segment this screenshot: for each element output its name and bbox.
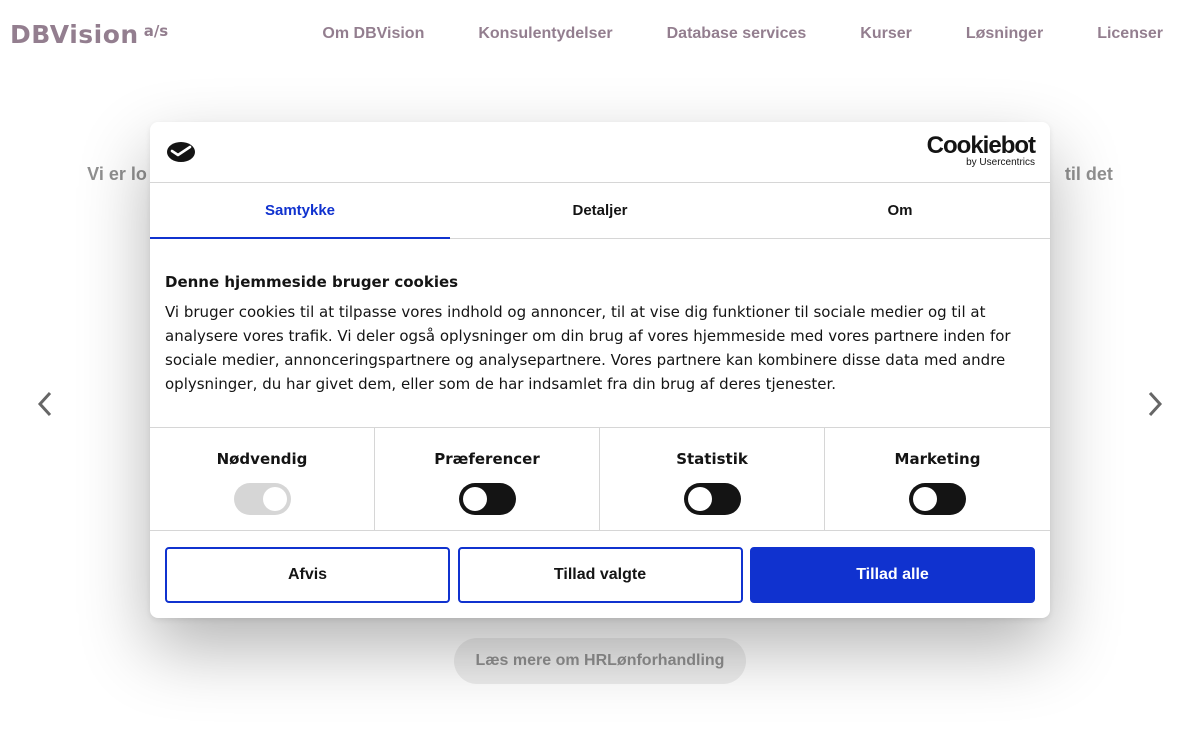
toggle-knob [462, 487, 487, 511]
toggle-label-nodvendig: Nødvendig [216, 450, 308, 468]
toggle-praeferencer[interactable] [458, 483, 516, 515]
toggle-label-marketing: Marketing [894, 450, 981, 468]
toggle-knob [262, 487, 287, 511]
consent-description: Vi bruger cookies til at tilpasse vores … [165, 303, 1011, 393]
toggle-group-marketing: Marketing [825, 428, 1050, 531]
consent-body: Denne hjemmeside bruger cookies Vi bruge… [165, 272, 1035, 396]
tab-samtykke[interactable]: Samtykke [150, 183, 450, 239]
consent-buttons: Afvis Tillad valgte Tillad alle [165, 547, 1035, 603]
allow-selected-button[interactable]: Tillad valgte [457, 547, 743, 603]
cookie-icon [167, 142, 195, 162]
toggle-label-statistik: Statistik [676, 450, 748, 468]
consent-tabs: Samtykke Detaljer Om [150, 183, 1050, 239]
tab-om[interactable]: Om [750, 183, 1050, 238]
consent-heading: Denne hjemmeside bruger cookies [165, 273, 459, 291]
toggle-group-statistik: Statistik [600, 428, 825, 531]
toggle-group-praeferencer: Præferencer [375, 428, 600, 531]
consent-category-toggles: Nødvendig Præferencer Statistik Marketin… [150, 427, 1050, 531]
dialog-header: Cookiebot by Usercentrics [150, 122, 1050, 183]
cookie-consent-dialog: Cookiebot by Usercentrics Samtykke Detal… [150, 122, 1050, 618]
cookiebot-logo[interactable]: Cookiebot by Usercentrics [926, 132, 1036, 169]
tab-detaljer[interactable]: Detaljer [450, 183, 750, 238]
toggle-statistik[interactable] [683, 483, 741, 515]
allow-all-button[interactable]: Tillad alle [750, 547, 1035, 603]
toggle-knob [913, 487, 937, 511]
toggle-label-praeferencer: Præferencer [434, 450, 540, 468]
deny-button[interactable]: Afvis [165, 547, 450, 603]
toggle-nodvendig [233, 483, 291, 515]
toggle-group-nodvendig: Nødvendig [150, 428, 375, 531]
cookiebot-wordmark: Cookiebot [926, 132, 1036, 159]
toggle-marketing[interactable] [909, 483, 966, 515]
toggle-knob [687, 487, 712, 511]
